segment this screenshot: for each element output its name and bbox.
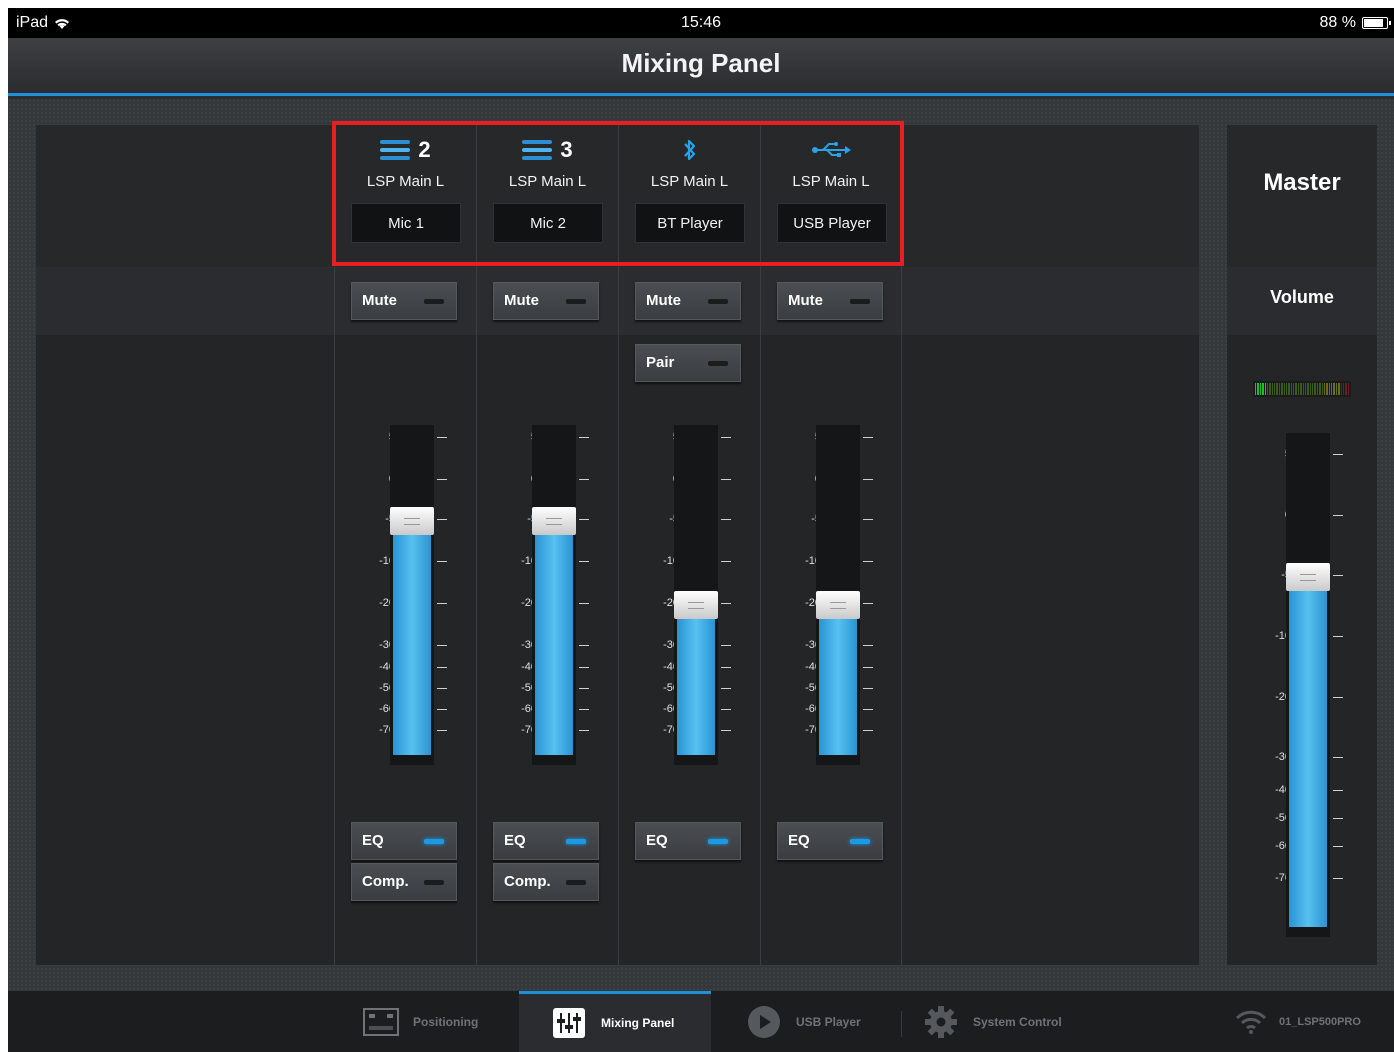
gear-icon [923, 1005, 959, 1038]
tab-label: Positioning [413, 1014, 479, 1029]
master-fader[interactable]: 50-5-10-20-30-40-50-60-70 [1253, 433, 1353, 937]
master-title: Master [1263, 169, 1341, 196]
eq-led [424, 839, 444, 844]
device-name: 01_LSP500PRO [1279, 1015, 1361, 1028]
clock: 15:46 [680, 14, 722, 31]
fader-track[interactable] [390, 425, 434, 765]
fader-level [677, 613, 715, 755]
fader-knob[interactable] [532, 506, 576, 535]
mute-button[interactable]: Mute [635, 282, 741, 320]
fader-level [819, 613, 857, 755]
mute-led [708, 299, 728, 304]
level-meter [1253, 381, 1351, 397]
comp-button[interactable]: Comp. [493, 863, 599, 901]
fader-knob[interactable] [816, 591, 860, 620]
pair-button[interactable]: Pair [635, 344, 741, 382]
fader-knob[interactable] [674, 591, 718, 620]
fader-track[interactable] [816, 425, 860, 765]
mute-led [424, 299, 444, 304]
channel-fader[interactable]: 50-5-10-20-30-40-50-60-70 [641, 425, 741, 765]
tab-positioning[interactable]: Positioning [363, 991, 513, 1052]
eq-button[interactable]: EQ [635, 822, 741, 860]
fader-knob[interactable] [390, 506, 434, 535]
eq-button[interactable]: EQ [351, 822, 457, 860]
eq-led [708, 839, 728, 844]
fader-level [393, 528, 431, 755]
fader-knob[interactable] [1286, 563, 1330, 592]
fader-track[interactable] [674, 425, 718, 765]
comp-led [566, 880, 586, 885]
channel-fader[interactable]: 50-5-10-20-30-40-50-60-70 [783, 425, 883, 765]
mute-led [850, 299, 870, 304]
tab-system-control[interactable]: System Control [923, 991, 1103, 1052]
tab-label: System Control [973, 1014, 1062, 1029]
tab-label: USB Player [796, 1014, 861, 1029]
eq-led [850, 839, 870, 844]
channel-selection-highlight [332, 121, 904, 266]
wifi-icon [1233, 1006, 1269, 1038]
ipad-screen: iPad 15:46 88 % Mixing Panel 2 LSP Main … [8, 8, 1394, 1052]
comp-button[interactable]: Comp. [351, 863, 457, 901]
mute-button[interactable]: Mute [777, 282, 883, 320]
fader-level [1289, 585, 1327, 927]
bottom-tab-bar: Positioning Mixing Panel USB Player Syst… [8, 991, 1394, 1052]
play-icon [746, 1005, 782, 1038]
workspace: 2 LSP Main L Mic 1 Mute 50-5-10-20-30-40… [8, 99, 1394, 991]
fader-track[interactable] [532, 425, 576, 765]
fader-track[interactable] [1286, 433, 1330, 937]
title-bar: Mixing Panel [8, 38, 1394, 96]
eq-led [566, 839, 586, 844]
mute-button[interactable]: Mute [351, 282, 457, 320]
channel-fader[interactable]: 50-5-10-20-30-40-50-60-70 [357, 425, 457, 765]
positioning-icon [363, 1006, 399, 1038]
tab-label: Mixing Panel [601, 1016, 675, 1030]
tab-mixing-panel[interactable]: Mixing Panel [519, 991, 711, 1052]
page-title: Mixing Panel [621, 48, 781, 78]
mute-button[interactable]: Mute [493, 282, 599, 320]
comp-led [424, 880, 444, 885]
master-section: Master Volume 50-5-10-20-30-40-50-60-70 [1227, 125, 1377, 965]
fader-level [535, 528, 573, 755]
mixer-icon [551, 1007, 587, 1039]
battery-percent: 88 % [1319, 14, 1356, 31]
device-connection[interactable]: 01_LSP500PRO [1233, 991, 1383, 1052]
mixer-panel: 2 LSP Main L Mic 1 Mute 50-5-10-20-30-40… [36, 121, 1199, 965]
battery-icon [1362, 17, 1391, 29]
volume-label: Volume [1270, 287, 1334, 307]
channel-fader[interactable]: 50-5-10-20-30-40-50-60-70 [499, 425, 599, 765]
eq-button[interactable]: EQ [493, 822, 599, 860]
pair-led [708, 361, 728, 366]
tab-usb-player[interactable]: USB Player [746, 991, 896, 1052]
status-bar: iPad 15:46 88 % [8, 8, 1394, 38]
eq-button[interactable]: EQ [777, 822, 883, 860]
mute-led [566, 299, 586, 304]
